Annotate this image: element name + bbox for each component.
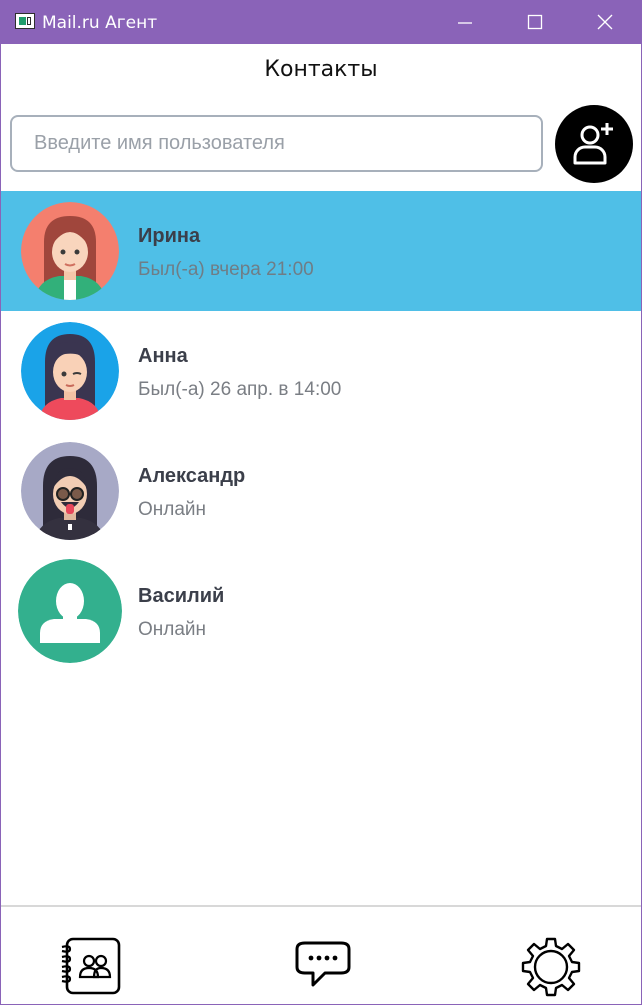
contact-status: Онлайн — [138, 499, 207, 520]
contact-status: Был(-а) вчера 21:00 — [138, 259, 314, 280]
page-title: Контакты — [264, 57, 378, 82]
close-button[interactable] — [582, 1, 628, 44]
avatar — [21, 202, 119, 300]
contact-row-anna[interactable]: Анна Был(-а) 26 апр. в 14:00 — [1, 311, 641, 431]
nav-chats-button[interactable] — [291, 935, 355, 999]
contact-row-aleksandr[interactable]: Александр Онлайн — [1, 431, 641, 551]
contact-status: Онлайн — [138, 619, 207, 640]
title-bar[interactable]: Mail.ru Агент — [1, 1, 641, 44]
contact-name: Василий — [138, 585, 225, 607]
contact-name: Анна — [138, 345, 188, 367]
search-input[interactable] — [10, 115, 543, 172]
minimize-icon — [458, 22, 472, 24]
avatar — [18, 559, 122, 663]
nav-settings-button[interactable] — [519, 935, 583, 999]
add-contact-button[interactable] — [555, 105, 633, 183]
contact-name: Александр — [138, 465, 246, 487]
address-book-icon — [61, 937, 121, 995]
gear-icon — [521, 937, 581, 997]
bottom-nav — [1, 905, 641, 1004]
maximize-icon — [527, 14, 543, 30]
contact-list: Ирина Был(-а) вчера 21:00 Анна Был(-а) 2… — [1, 191, 641, 671]
contact-name: Ирина — [138, 225, 201, 247]
nav-contacts-button[interactable] — [58, 935, 122, 999]
avatar — [21, 442, 119, 540]
maximize-button[interactable] — [512, 1, 558, 44]
chat-bubble-icon — [295, 941, 351, 987]
add-user-icon — [573, 123, 613, 165]
app-icon — [15, 13, 35, 29]
window-title: Mail.ru Агент — [42, 13, 158, 33]
app-window: Mail.ru Агент Контакты Введите имя польз… — [0, 0, 642, 1005]
contact-row-irina[interactable]: Ирина Был(-а) вчера 21:00 — [1, 191, 641, 311]
minimize-button[interactable] — [442, 1, 488, 44]
close-icon — [597, 14, 613, 30]
avatar — [21, 322, 119, 420]
contact-status: Был(-а) 26 апр. в 14:00 — [138, 379, 342, 400]
contact-row-vasiliy[interactable]: Василий Онлайн — [1, 551, 641, 671]
